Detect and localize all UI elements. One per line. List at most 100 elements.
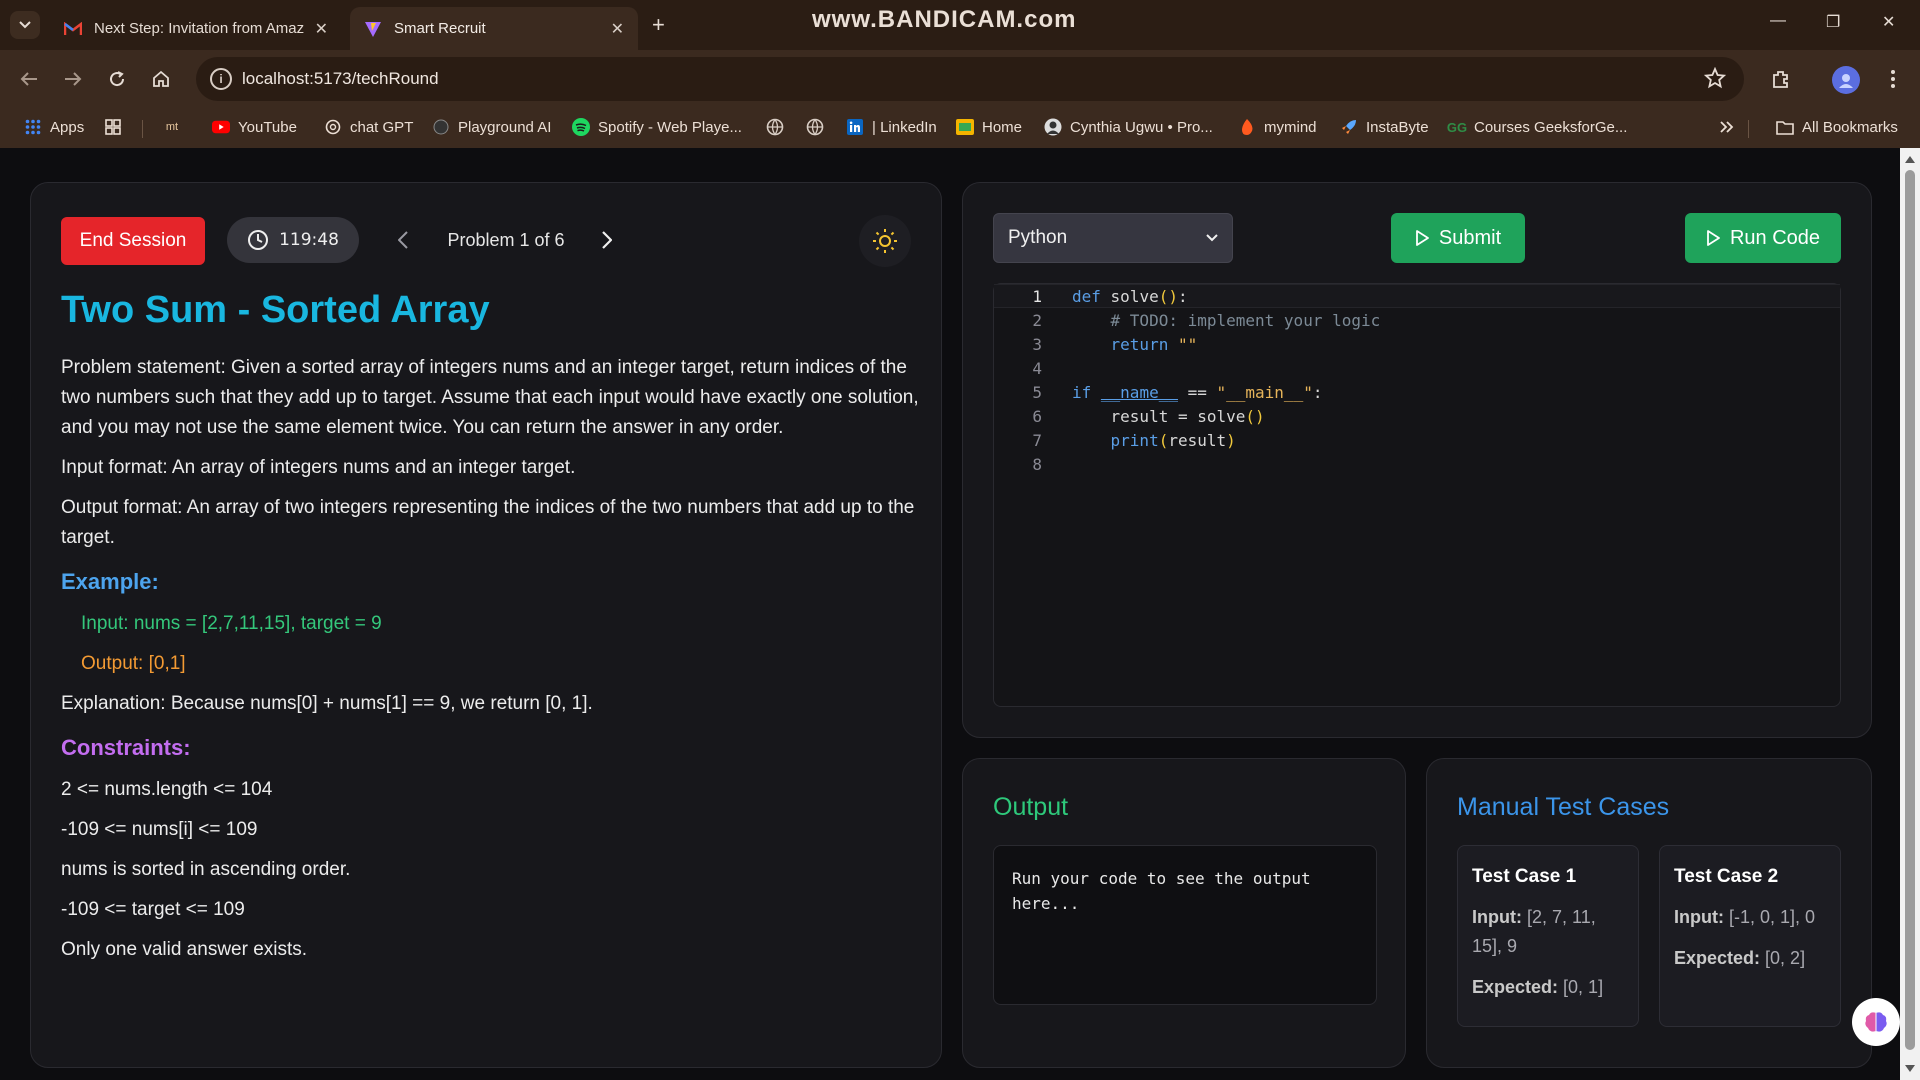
chevron-right-icon xyxy=(602,231,612,249)
more-menu-icon[interactable] xyxy=(1880,66,1906,92)
bookmark-linkedin[interactable]: | LinkedIn xyxy=(846,118,937,136)
minimize-icon[interactable]: — xyxy=(1770,12,1786,30)
bookmark-label: Apps xyxy=(50,118,85,136)
previous-problem-button[interactable] xyxy=(391,227,415,253)
address-bar[interactable]: i localhost:5173/techRound xyxy=(196,57,1744,101)
scroll-up-arrow[interactable] xyxy=(1905,156,1915,163)
bookmark-label: Courses GeeksforGe... xyxy=(1474,118,1628,136)
browser-toolbar: i localhost:5173/techRound xyxy=(0,50,1920,108)
code-editor[interactable]: 1 def solve(): 2 # TODO: implement your l… xyxy=(993,283,1841,707)
tab-title: Next Step: Invitation from Amaz xyxy=(94,20,305,37)
timer-value: 119:48 xyxy=(279,230,339,250)
bookmarks-bar: Apps mt YouTube chat GPT Playground AI S… xyxy=(0,108,1920,148)
code-line[interactable]: 8 xyxy=(994,452,1840,476)
example-input: Input: nums = [2,7,11,15], target = 9 xyxy=(81,613,382,634)
line-number: 5 xyxy=(1032,382,1042,402)
tab-search-button[interactable] xyxy=(10,11,40,39)
mt-icon: mt xyxy=(165,121,179,133)
window-close-icon[interactable]: ✕ xyxy=(1882,12,1895,32)
openai-icon xyxy=(324,118,342,136)
bookmark-star-icon[interactable] xyxy=(1703,66,1727,94)
line-number: 2 xyxy=(1032,310,1042,330)
constraint-item: Only one valid answer exists. xyxy=(61,939,308,960)
bookmark-playground-ai[interactable]: Playground AI xyxy=(432,118,551,136)
reload-icon[interactable] xyxy=(104,66,130,92)
close-tab-icon[interactable]: ✕ xyxy=(611,19,624,39)
restore-icon[interactable]: ❐ xyxy=(1826,12,1840,32)
input-value: [-1, 0, 1], 0 xyxy=(1729,907,1816,927)
bookmark-globe-1[interactable] xyxy=(766,118,792,136)
bookmark-youtube[interactable]: YouTube xyxy=(212,118,297,136)
forward-icon[interactable] xyxy=(60,66,86,92)
line-number: 4 xyxy=(1032,358,1042,378)
submit-button[interactable]: Submit xyxy=(1391,213,1525,263)
input-label: Input: xyxy=(1472,907,1522,927)
code-line[interactable]: 7 print(result) xyxy=(994,428,1840,452)
bookmark-globe-2[interactable] xyxy=(806,118,832,136)
profile-avatar[interactable] xyxy=(1832,66,1860,94)
test-case-card[interactable]: Test Case 2 Input: [-1, 0, 1], 0 Expecte… xyxy=(1659,845,1841,1027)
theme-toggle-button[interactable] xyxy=(859,215,911,267)
extensions-icon[interactable] xyxy=(1768,66,1794,92)
tab-smart-recruit[interactable]: Smart Recruit ✕ xyxy=(350,7,638,50)
bookmark-mymind[interactable]: mymind xyxy=(1238,118,1317,136)
end-session-button[interactable]: End Session xyxy=(61,217,205,265)
test-case-card[interactable]: Test Case 1 Input: [2, 7, 11, 15], 9 Exp… xyxy=(1457,845,1639,1027)
code-line[interactable]: 4 xyxy=(994,356,1840,380)
globe-icon xyxy=(766,118,784,136)
bookmark-separator xyxy=(1748,120,1749,138)
bookmark-mt[interactable]: mt xyxy=(160,118,192,136)
all-bookmarks[interactable]: All Bookmarks xyxy=(1776,118,1898,136)
scroll-thumb[interactable] xyxy=(1905,170,1915,1050)
back-icon[interactable] xyxy=(16,66,42,92)
url-text[interactable]: localhost:5173/techRound xyxy=(242,69,439,89)
youtube-icon xyxy=(212,118,230,136)
bookmark-geeksforgeeks[interactable]: GG Courses GeeksforGe... xyxy=(1446,118,1628,136)
scroll-down-arrow[interactable] xyxy=(1905,1065,1915,1072)
assistant-brain-button[interactable] xyxy=(1852,998,1900,1046)
bookmark-spotify[interactable]: Spotify - Web Playe... xyxy=(572,118,742,136)
next-problem-button[interactable] xyxy=(595,227,619,253)
home-icon[interactable] xyxy=(148,66,174,92)
geeksforgeeks-icon: GG xyxy=(1446,119,1468,135)
play-icon xyxy=(1707,230,1720,246)
code-line[interactable]: 5 if __name__ == "__main__": xyxy=(994,380,1840,404)
test-case-name: Test Case 2 xyxy=(1674,866,1779,887)
tab-gmail[interactable]: Next Step: Invitation from Amaz ✕ xyxy=(50,7,342,50)
bookmark-chat-gpt[interactable]: chat GPT xyxy=(324,118,413,136)
bookmarks-overflow[interactable] xyxy=(1718,118,1744,136)
test-case-name: Test Case 1 xyxy=(1472,866,1577,887)
constraint-item: nums is sorted in ascending order. xyxy=(61,859,351,880)
constraint-item: -109 <= nums[i] <= 109 xyxy=(61,819,258,840)
globe-icon xyxy=(806,118,824,136)
bookmark-label: InstaByte xyxy=(1366,118,1429,136)
language-select[interactable]: Python xyxy=(993,213,1233,263)
test-case-expected: Expected: [0, 2] xyxy=(1674,944,1826,973)
bookmark-label: Spotify - Web Playe... xyxy=(598,118,742,136)
home-page-icon xyxy=(956,118,974,136)
page-scrollbar[interactable] xyxy=(1900,148,1920,1080)
code-line[interactable]: 6 result = solve() xyxy=(994,404,1840,428)
run-code-label: Run Code xyxy=(1729,226,1821,249)
bookmark-label: chat GPT xyxy=(350,118,414,136)
expected-value: [0, 2] xyxy=(1765,948,1806,968)
problem-statement: Problem statement: Given a sorted array … xyxy=(61,357,919,438)
close-tab-icon[interactable]: ✕ xyxy=(315,19,328,39)
tab-groups-icon xyxy=(104,118,122,136)
folder-icon xyxy=(1776,118,1794,136)
bookmark-cynthia-ugwu[interactable]: Cynthia Ugwu • Pro... xyxy=(1044,118,1213,136)
bookmark-label: All Bookmarks xyxy=(1802,118,1898,136)
run-code-button[interactable]: Run Code xyxy=(1685,213,1841,263)
code-line[interactable]: 2 # TODO: implement your logic xyxy=(994,308,1840,332)
vite-icon xyxy=(364,20,382,38)
code-line[interactable]: 1 def solve(): xyxy=(994,284,1840,308)
bookmark-instabyte[interactable]: InstaByte xyxy=(1340,118,1429,136)
line-number: 7 xyxy=(1032,430,1042,450)
bookmark-home[interactable]: Home xyxy=(956,118,1022,136)
bookmark-apps[interactable]: Apps xyxy=(24,118,84,136)
site-info-icon[interactable]: i xyxy=(210,68,232,90)
new-tab-button[interactable]: + xyxy=(652,12,665,38)
code-line[interactable]: 3 return "" xyxy=(994,332,1840,356)
bookmark-tab-groups[interactable] xyxy=(104,118,130,136)
problem-title: Two Sum - Sorted Array xyxy=(61,289,490,331)
